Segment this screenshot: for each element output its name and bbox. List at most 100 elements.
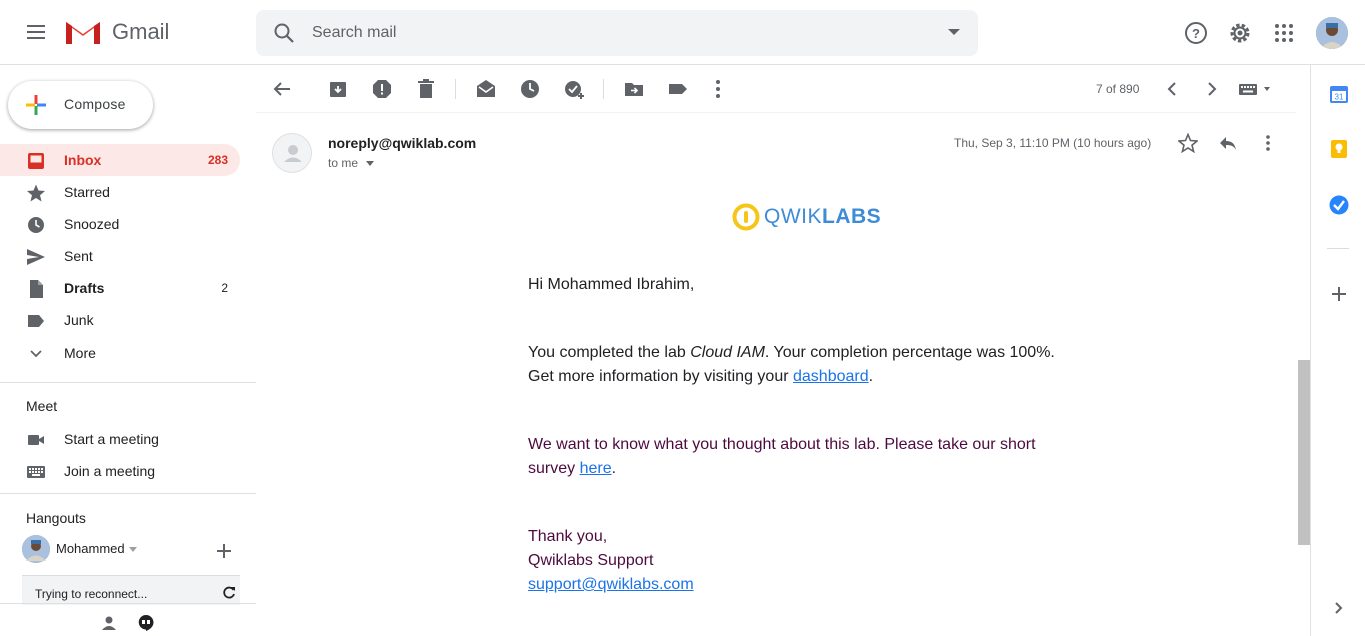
survey-paragraph: We want to know what you thought about t… [528,433,1088,481]
message-more-icon[interactable] [1258,133,1278,153]
message-toolbar: 7 of 890 [256,65,1296,113]
recipient-label: to me [328,156,359,170]
svg-text:?: ? [1192,26,1200,41]
search-bar[interactable] [256,10,978,56]
keep-bulb-icon[interactable] [1328,138,1350,160]
sidebar-item-drafts[interactable]: Drafts 2 [0,272,240,304]
hangouts-chat-icon[interactable] [137,614,155,632]
apps-grid-icon[interactable] [1270,19,1298,47]
search-input[interactable] [312,22,912,44]
body-text: You completed the lab [528,344,691,361]
move-to-icon[interactable] [622,77,646,101]
clock-icon [28,217,44,233]
hangouts-bottom-bar [0,603,256,636]
back-arrow-icon[interactable] [270,77,294,101]
body-text: survey [528,460,580,477]
completion-paragraph: You completed the lab Cloud IAM. Your co… [528,341,1088,389]
chevron-down-icon [30,350,42,358]
search-options-icon[interactable] [948,29,960,35]
star-icon [27,184,45,202]
sidebar-item-label: Drafts [64,280,105,296]
survey-link[interactable]: here [580,460,612,477]
divider [0,382,256,383]
thanks-text: Thank you, [528,528,608,545]
svg-text:31: 31 [1335,93,1344,102]
help-icon[interactable]: ? [1182,19,1210,47]
unread-count: 283 [207,153,228,167]
recipient-dropdown-icon [366,161,375,166]
expand-panel-chevron-icon[interactable] [1328,597,1350,619]
team-name: Qwiklabs Support [528,552,654,569]
message-view: 7 of 890 noreply@qwiklab.com to me Thu, … [256,65,1310,636]
body-text: Get more information by visiting your [528,368,793,385]
hangouts-user-name: Mohammed [56,541,125,556]
sidebar-item-inbox[interactable]: Inbox 283 [0,144,240,176]
archive-icon[interactable] [326,77,350,101]
status-dropdown-icon[interactable] [129,547,137,553]
draft-count: 2 [221,281,228,295]
sidebar-item-label: More [64,345,96,361]
start-meeting-item[interactable]: Start a meeting [0,423,240,455]
send-icon [27,249,45,265]
hangouts-section-title: Hangouts [26,510,86,526]
sidebar-item-label: Snoozed [64,216,120,232]
person-icon[interactable] [101,615,117,631]
label-tag-icon [28,315,44,327]
message-header: noreply@qwiklab.com to me Thu, Sep 3, 11… [256,113,1296,193]
hangouts-user[interactable]: Mohammed [22,535,252,565]
sidebar-item-junk[interactable]: Junk [0,304,240,336]
mark-unread-icon[interactable] [474,77,498,101]
snooze-clock-icon[interactable] [518,77,542,101]
meet-item-label: Join a meeting [64,463,156,479]
sidebar-item-label: Inbox [64,152,102,168]
more-options-vertical-icon[interactable] [706,77,730,101]
report-spam-icon[interactable] [370,77,394,101]
panel-divider [1327,248,1349,249]
keyboard-icon [27,466,45,478]
top-bar: Gmail ? [0,0,1365,65]
delete-trash-icon[interactable] [414,77,438,101]
input-tools-keyboard-icon[interactable] [1236,77,1276,101]
star-outline-icon[interactable] [1178,133,1198,153]
meet-section-title: Meet [26,398,58,414]
lab-name: Cloud IAM [690,344,765,361]
label-icon[interactable] [666,77,690,101]
body-text: . [868,368,874,385]
pager-count: 7 of 890 [1096,82,1140,96]
signature-block: Thank you, Qwiklabs Support support@qwik… [528,525,1088,597]
inbox-icon [28,153,44,169]
sidebar-item-label: Junk [64,312,94,328]
gmail-logo[interactable]: Gmail [64,18,169,46]
chevron-right-icon[interactable] [1200,77,1224,101]
main-menu-button[interactable] [24,21,48,45]
scrollbar-thumb[interactable] [1298,360,1310,545]
gmail-m-icon [66,22,100,44]
sidebar-item-starred[interactable]: Starred [0,176,240,208]
refresh-icon[interactable] [222,586,236,600]
add-addon-plus-icon[interactable] [1328,283,1350,305]
compose-label: Compose [64,96,126,112]
dashboard-link[interactable]: dashboard [793,368,869,385]
recipient-details[interactable]: to me [328,156,375,170]
sender-email[interactable]: noreply@qwiklab.com [328,135,476,151]
sidebar-item-sent[interactable]: Sent [0,240,240,272]
join-meeting-item[interactable]: Join a meeting [0,455,240,487]
reconnect-status: Trying to reconnect... [35,587,148,601]
search-icon[interactable] [272,21,296,45]
reply-icon[interactable] [1218,133,1238,153]
toolbar-separator [455,79,456,99]
support-email-link[interactable]: support@qwiklabs.com [528,576,694,593]
hangouts-avatar [22,535,50,563]
chevron-left-icon[interactable] [1160,77,1184,101]
sidebar-item-label: Starred [64,184,110,200]
compose-button[interactable]: Compose [8,81,153,129]
brand-text-b: LABS [822,205,882,228]
new-conversation-plus-icon[interactable] [217,544,231,558]
account-avatar[interactable] [1316,17,1348,49]
calendar-icon[interactable]: 31 [1328,83,1350,105]
tasks-check-icon[interactable] [1328,194,1350,216]
sidebar-item-more[interactable]: More [0,337,240,369]
settings-gear-icon[interactable] [1226,19,1254,47]
add-to-tasks-icon[interactable] [562,77,586,101]
sidebar-item-snoozed[interactable]: Snoozed [0,208,240,240]
